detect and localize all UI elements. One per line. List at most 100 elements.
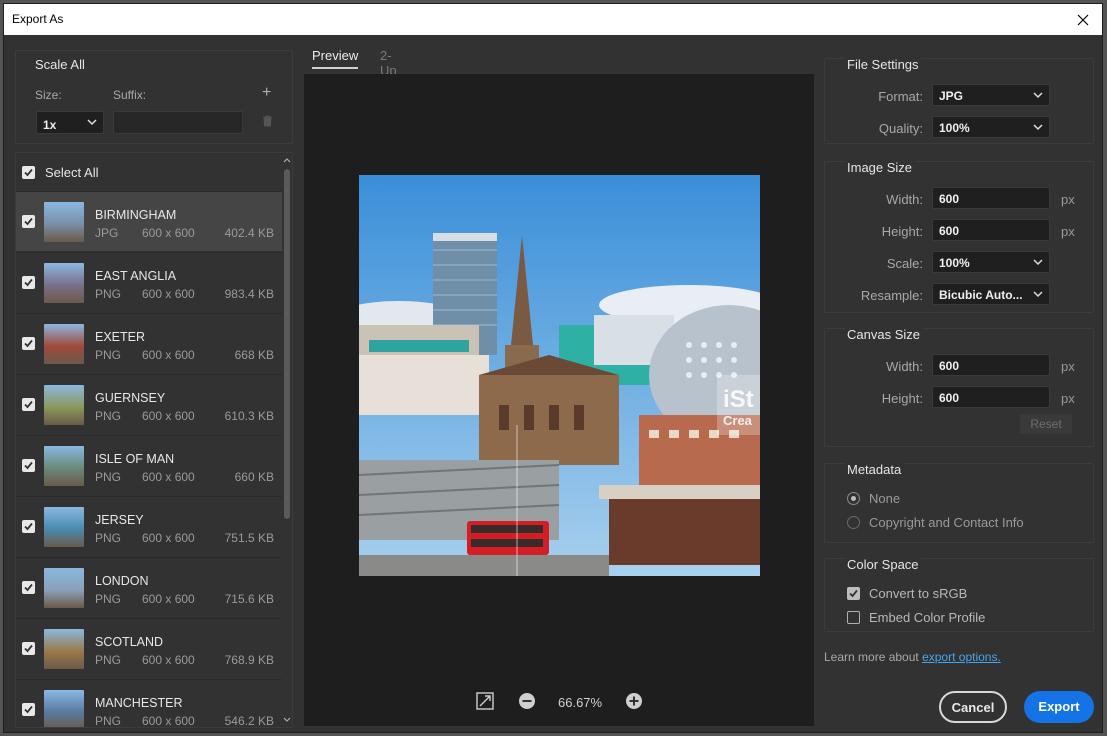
asset-dimensions: 600 x 600	[142, 226, 195, 240]
resample-select[interactable]: Bicubic Auto...	[932, 283, 1050, 305]
asset-file-size: 715.6 KB	[224, 592, 274, 606]
learn-more-label: Learn more about	[824, 650, 919, 664]
canvas-height-unit: px	[1061, 391, 1075, 406]
add-scale-icon[interactable]: +	[262, 84, 271, 102]
cancel-button[interactable]: Cancel	[939, 691, 1007, 723]
scroll-thumb[interactable]	[284, 169, 290, 519]
asset-thumbnail	[44, 507, 84, 547]
image-width-input[interactable]: 600	[932, 187, 1050, 209]
chevron-down-icon	[1033, 291, 1043, 298]
asset-name: SCOTLAND	[95, 635, 164, 649]
asset-file-size: 402.4 KB	[224, 226, 274, 240]
metadata-copyright-radio[interactable]	[847, 516, 860, 529]
asset-thumbnail	[44, 629, 84, 669]
color-space-panel: Color Space Convert to sRGB Embed Color …	[824, 557, 1094, 632]
asset-name: EXETER	[95, 330, 146, 344]
fit-to-screen-icon[interactable]	[476, 692, 494, 713]
close-icon[interactable]	[1070, 8, 1096, 32]
image-height-input[interactable]: 600	[932, 219, 1050, 241]
canvas-height-input[interactable]: 600	[932, 386, 1050, 408]
preview-canvas: iSt Crea	[304, 74, 814, 726]
image-width-unit: px	[1061, 192, 1075, 207]
asset-thumbnail	[44, 324, 84, 364]
convert-srgb-checkbox[interactable]	[847, 587, 860, 600]
asset-row[interactable]: EAST ANGLIA PNG 600 x 600 983.4 KB	[16, 252, 282, 312]
scale-label: Scale:	[886, 256, 923, 271]
format-label: Format:	[878, 89, 923, 104]
reset-button[interactable]: Reset	[1020, 414, 1072, 434]
export-options-link[interactable]: export options.	[922, 650, 1001, 664]
asset-list: Select All BIRMINGHAM JPG 600 x 600 402.4 K…	[15, 152, 293, 728]
asset-thumbnail	[44, 568, 84, 608]
asset-checkbox[interactable]	[22, 459, 35, 472]
asset-checkbox[interactable]	[22, 642, 35, 655]
asset-dimensions: 600 x 600	[142, 653, 195, 667]
asset-format: PNG	[95, 348, 122, 362]
zoom-in-icon[interactable]	[625, 692, 643, 713]
zoom-bar: 66.67%	[304, 688, 814, 716]
learn-more-text: Learn more about export options.	[824, 650, 1001, 664]
asset-row[interactable]: LONDON PNG 600 x 600 715.6 KB	[16, 557, 282, 617]
image-width-label: Width:	[886, 192, 923, 207]
asset-row[interactable]: JERSEY PNG 600 x 600 751.5 KB	[16, 496, 282, 556]
asset-format: PNG	[95, 531, 122, 545]
image-size-panel: Image Size Width: 600 px Height: 600 px …	[824, 160, 1094, 313]
resample-value: Bicubic Auto...	[939, 288, 1023, 302]
asset-checkbox[interactable]	[22, 520, 35, 533]
metadata-none-radio[interactable]	[847, 492, 860, 505]
embed-profile-label: Embed Color Profile	[869, 610, 986, 625]
asset-name: EAST ANGLIA	[95, 269, 177, 283]
asset-name: MANCHESTER	[95, 696, 183, 710]
select-all-row[interactable]: Select All	[16, 153, 282, 191]
asset-checkbox[interactable]	[22, 703, 35, 716]
metadata-title: Metadata	[845, 462, 904, 477]
asset-name: GUERNSEY	[95, 391, 166, 405]
scroll-up-icon[interactable]	[283, 157, 291, 163]
embed-profile-checkbox[interactable]	[847, 611, 860, 624]
asset-dimensions: 600 x 600	[142, 409, 195, 423]
scale-all-title: Scale All	[35, 57, 85, 72]
scale-value: 100%	[939, 256, 970, 270]
asset-checkbox[interactable]	[22, 337, 35, 350]
asset-checkbox[interactable]	[22, 276, 35, 289]
asset-format: PNG	[95, 714, 122, 728]
asset-row[interactable]: MANCHESTER PNG 600 x 600 546.2 KB	[16, 679, 282, 728]
quality-select[interactable]: 100%	[932, 116, 1050, 138]
asset-row[interactable]: BIRMINGHAM JPG 600 x 600 402.4 KB	[16, 191, 282, 251]
suffix-input[interactable]	[113, 111, 243, 134]
trash-icon[interactable]	[262, 115, 273, 130]
scale-select[interactable]: 100%	[932, 251, 1050, 273]
asset-file-size: 610.3 KB	[224, 409, 274, 423]
asset-row[interactable]: SCOTLAND PNG 600 x 600 768.9 KB	[16, 618, 282, 678]
asset-dimensions: 600 x 600	[142, 348, 195, 362]
asset-checkbox[interactable]	[22, 215, 35, 228]
size-select[interactable]: 1x	[36, 111, 104, 134]
format-select[interactable]: JPG	[932, 84, 1050, 106]
select-all-checkbox[interactable]	[22, 166, 35, 179]
asset-dimensions: 600 x 600	[142, 714, 195, 728]
asset-name: ISLE OF MAN	[95, 452, 175, 466]
asset-row[interactable]: GUERNSEY PNG 600 x 600 610.3 KB	[16, 374, 282, 434]
canvas-height-label: Height:	[881, 391, 923, 406]
scroll-down-icon[interactable]	[283, 717, 291, 723]
asset-dimensions: 600 x 600	[142, 592, 195, 606]
file-settings-title: File Settings	[845, 57, 921, 72]
asset-format: PNG	[95, 287, 122, 301]
asset-format: PNG	[95, 592, 122, 606]
asset-row[interactable]: EXETER PNG 600 x 600 668 KB	[16, 313, 282, 373]
asset-checkbox[interactable]	[22, 398, 35, 411]
tab-preview[interactable]: Preview	[312, 48, 359, 69]
asset-thumbnail	[44, 690, 84, 727]
asset-row[interactable]: ISLE OF MAN PNG 600 x 600 660 KB	[16, 435, 282, 495]
export-button[interactable]: Export	[1024, 691, 1094, 723]
watermark-subtext: Crea	[723, 413, 753, 428]
asset-checkbox[interactable]	[22, 581, 35, 594]
asset-list-scrollbar[interactable]	[283, 155, 291, 727]
chevron-down-icon	[1033, 124, 1043, 131]
image-height-label: Height:	[881, 224, 923, 239]
canvas-width-input[interactable]: 600	[932, 354, 1050, 376]
chevron-down-icon	[87, 119, 97, 126]
zoom-out-icon[interactable]	[518, 692, 536, 713]
suffix-label: Suffix:	[113, 88, 147, 102]
metadata-panel: Metadata None Copyright and Contact Info	[824, 462, 1094, 543]
